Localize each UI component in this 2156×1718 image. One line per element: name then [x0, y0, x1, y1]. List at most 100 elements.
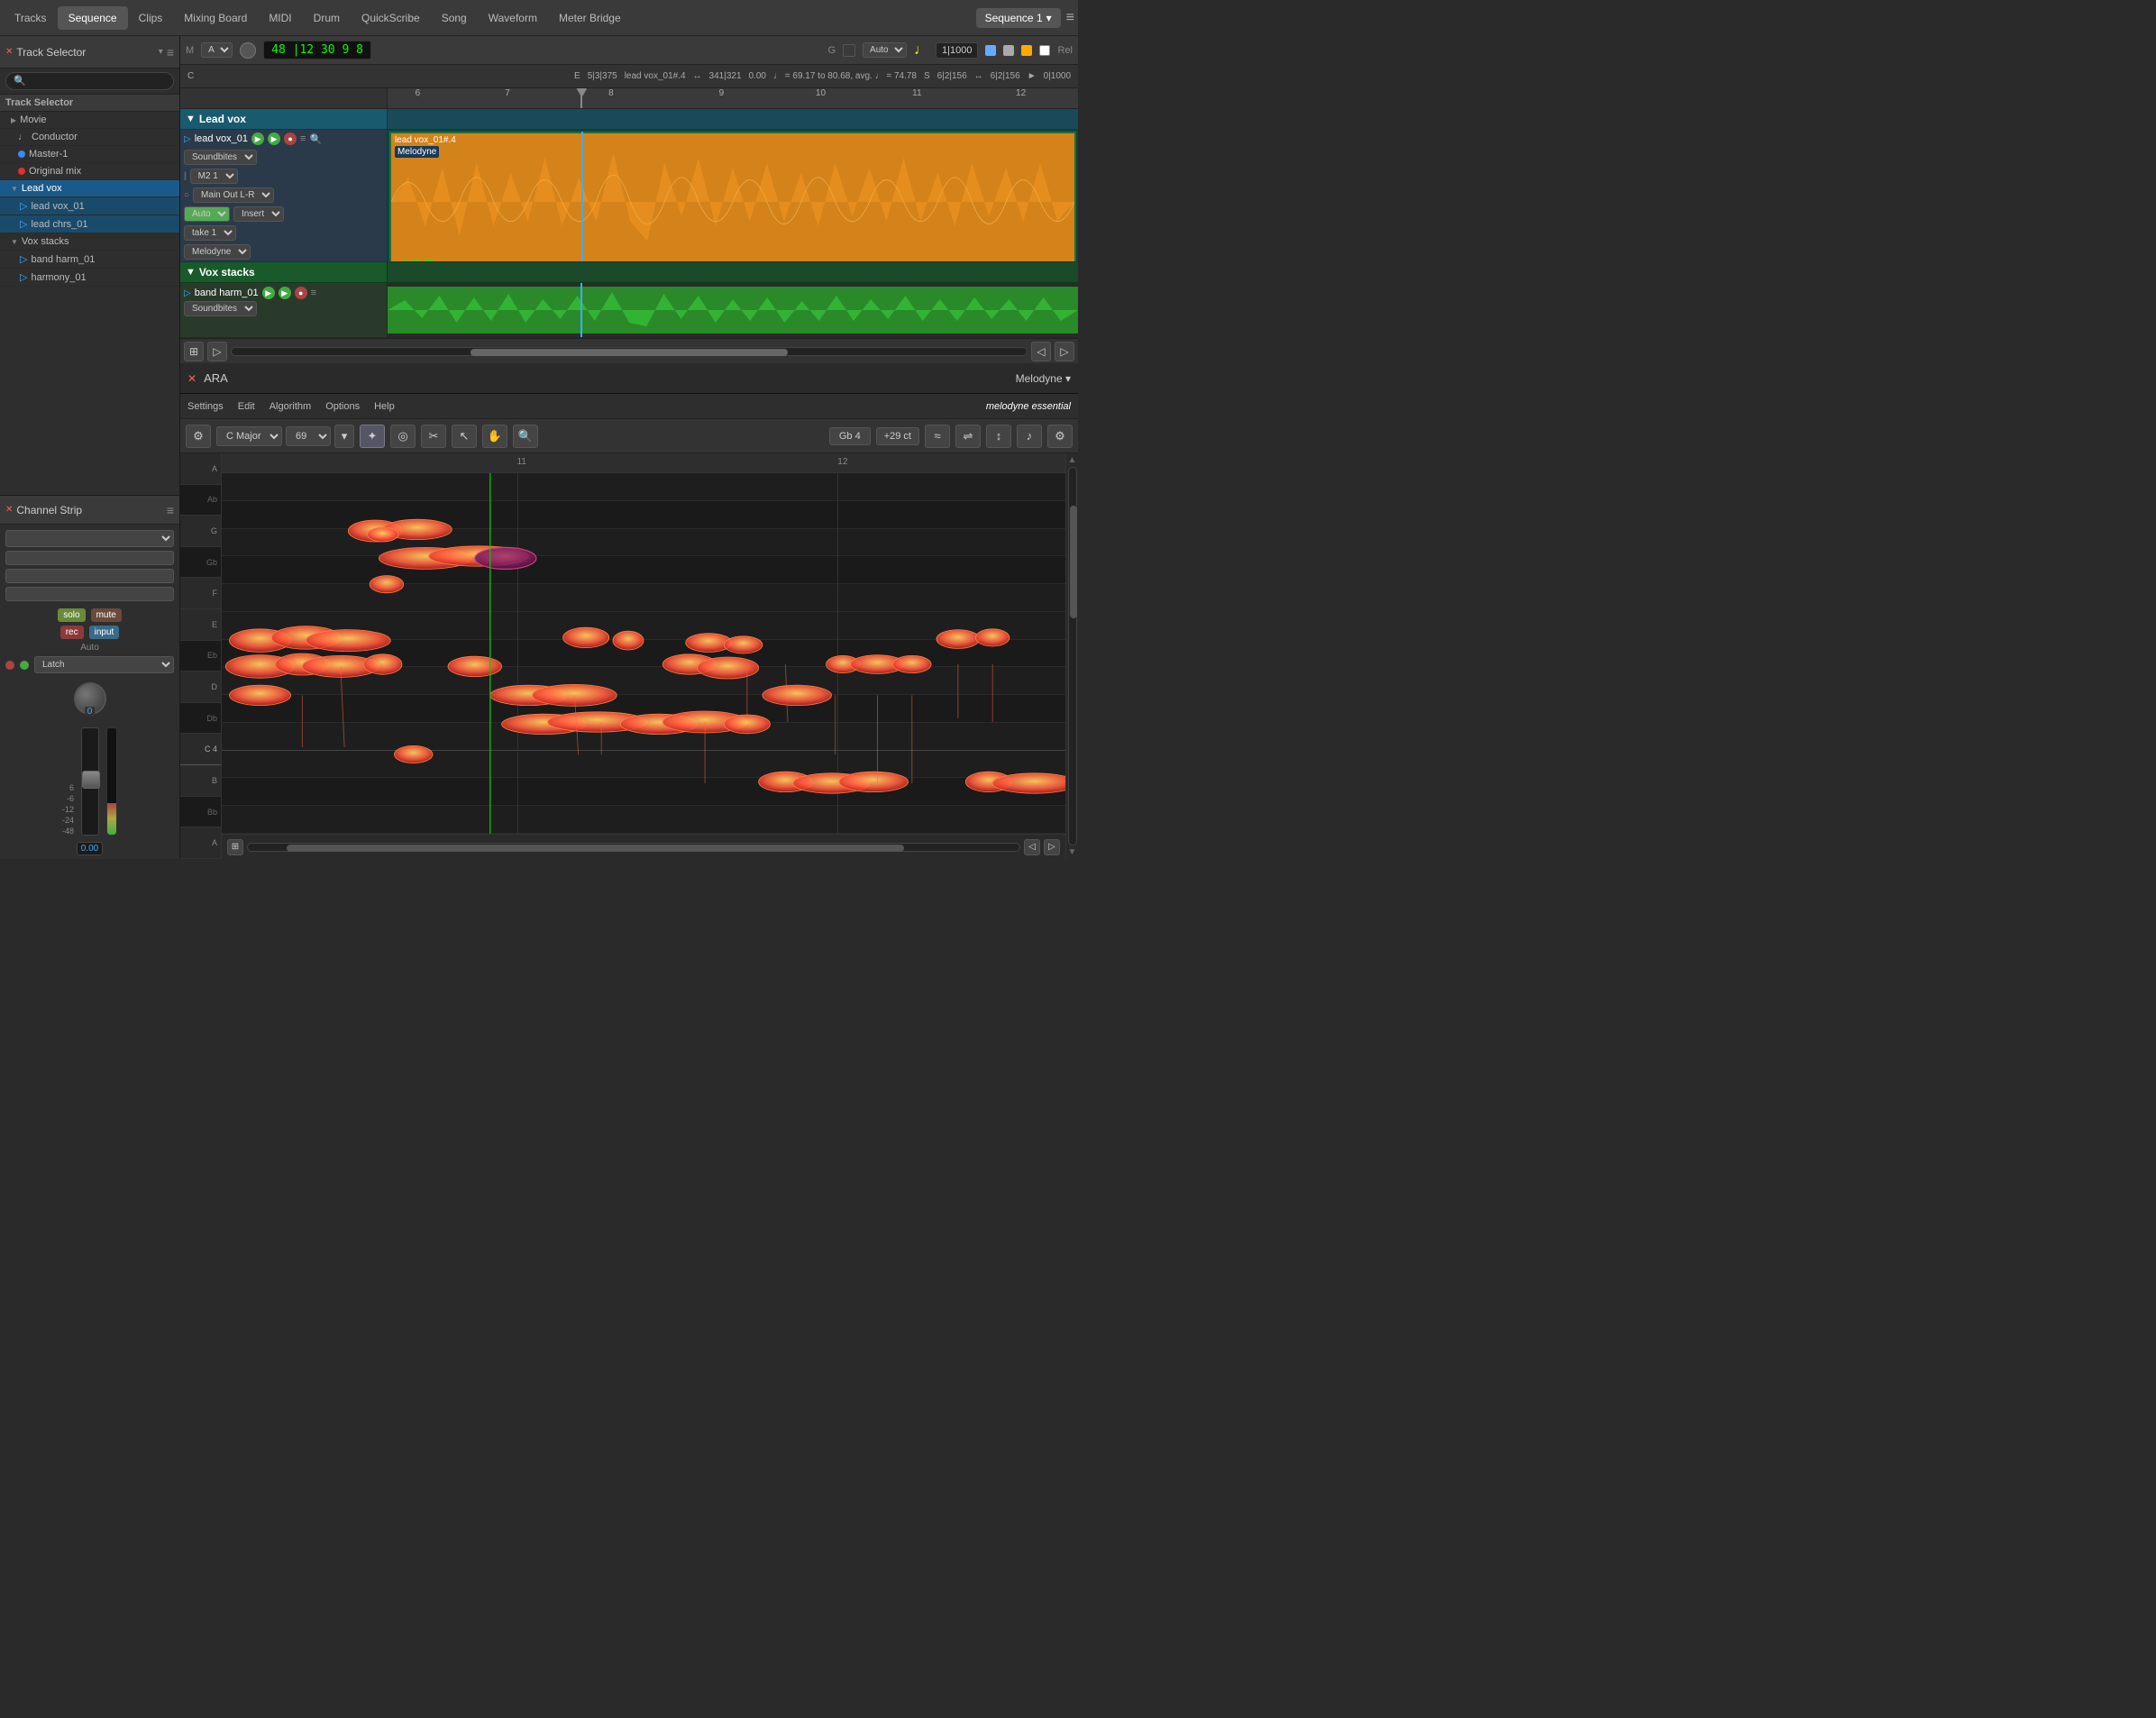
tree-item-original-mix[interactable]: Original mix: [0, 163, 179, 180]
tab-quickscribe[interactable]: QuickScribe: [351, 6, 431, 30]
piano-key-F[interactable]: F: [180, 578, 221, 609]
channel-strip-close-icon[interactable]: ✕: [5, 505, 13, 515]
take-select[interactable]: take 1: [184, 225, 236, 241]
num-dec-btn[interactable]: ▾: [334, 425, 354, 448]
melodyne-canvas[interactable]: [222, 473, 1065, 834]
melodyne-scrollbar[interactable]: [247, 843, 1020, 852]
melodyne-options-menu[interactable]: Options: [325, 401, 360, 412]
band-harm-soundbites-select[interactable]: Soundbites: [184, 301, 257, 316]
tracks-bottom-left-btn[interactable]: ⊞: [184, 342, 204, 361]
melodyne-pitch-tool[interactable]: ◎: [390, 425, 416, 448]
mute-button[interactable]: mute: [91, 608, 122, 622]
search-input[interactable]: [5, 72, 174, 90]
tree-item-movie[interactable]: ▶ Movie: [0, 112, 179, 129]
fader-thumb[interactable]: [82, 771, 100, 789]
piano-key-Db[interactable]: Db: [180, 703, 221, 735]
lead-vox-01-play-btn[interactable]: ▶: [251, 133, 264, 145]
vox-stacks-expand-icon[interactable]: ▼: [186, 267, 196, 278]
tab-waveform[interactable]: Waveform: [478, 6, 548, 30]
piano-key-Gb[interactable]: Gb: [180, 547, 221, 579]
track-selector-menu-icon[interactable]: ≡: [167, 45, 174, 59]
tab-clips[interactable]: Clips: [128, 6, 174, 30]
piano-key-A-bottom[interactable]: A: [180, 827, 221, 859]
fader-track[interactable]: [81, 727, 99, 836]
tree-item-band-harm[interactable]: ▷ band harm_01: [0, 251, 179, 269]
melodyne-zoom-tool[interactable]: 🔍: [513, 425, 538, 448]
piano-key-B[interactable]: B: [180, 765, 221, 797]
melodyne-help-menu[interactable]: Help: [374, 401, 395, 412]
tracks-bottom-right-btn[interactable]: ◁: [1031, 342, 1051, 361]
piano-key-G[interactable]: G: [180, 516, 221, 547]
band-harm-play-btn[interactable]: ▶: [262, 287, 275, 299]
melodyne-select[interactable]: Melodyne: [184, 244, 251, 260]
tree-item-lead-chrs-01[interactable]: ▷ lead chrs_01: [0, 215, 179, 233]
tree-item-vox-stacks[interactable]: ▼ Vox stacks: [0, 233, 179, 251]
soundbites-select[interactable]: Soundbites: [184, 150, 257, 165]
melodyne-speaker-btn[interactable]: ♪: [1017, 425, 1042, 448]
transport-loop-button[interactable]: [240, 42, 256, 59]
tab-song[interactable]: Song: [431, 6, 478, 30]
piano-key-D[interactable]: D: [180, 672, 221, 703]
melodyne-arrow-tool[interactable]: ↖: [452, 425, 477, 448]
melodyne-hand-tool[interactable]: ✋: [482, 425, 507, 448]
lead-vox-01-rec-btn[interactable]: ●: [284, 133, 297, 145]
melodyne-settings-btn[interactable]: ⚙: [186, 425, 211, 448]
tab-drum[interactable]: Drum: [303, 6, 351, 30]
tab-sequence[interactable]: Sequence: [58, 6, 128, 30]
band-harm-green-btn[interactable]: ▶: [279, 287, 291, 299]
band-harm-menu-icon[interactable]: ≡: [311, 288, 316, 298]
melodyne-algorithm-menu[interactable]: Algorithm: [270, 401, 311, 412]
melodyne-scroll-left-btn[interactable]: ⊞: [227, 839, 243, 855]
nav-menu-icon[interactable]: ≡: [1066, 10, 1074, 26]
tree-item-lead-vox-01[interactable]: ▷ lead vox_01: [0, 197, 179, 215]
tree-item-conductor[interactable]: ♩ Conductor: [0, 129, 179, 146]
melodyne-scissors-tool[interactable]: ✂: [421, 425, 446, 448]
band-harm-rec-btn[interactable]: ●: [295, 287, 307, 299]
auto-select[interactable]: Auto: [184, 206, 230, 222]
transport-key-select[interactable]: A: [201, 42, 233, 58]
piano-key-Bb[interactable]: Bb: [180, 797, 221, 828]
transport-auto-select[interactable]: Auto: [863, 42, 907, 58]
transport-g-box[interactable]: [843, 44, 855, 57]
tracks-horizontal-scrollbar[interactable]: [231, 347, 1028, 356]
melodyne-gear-btn[interactable]: ⚙: [1047, 425, 1073, 448]
melodyne-scroll-right-btn[interactable]: ◁: [1024, 839, 1040, 855]
tree-item-master[interactable]: Master-1: [0, 146, 179, 163]
key-select[interactable]: C Major: [216, 426, 282, 446]
scroll-up-icon[interactable]: ▲: [1068, 455, 1077, 465]
num-select[interactable]: 69: [286, 426, 331, 446]
m2-select[interactable]: M2 1: [190, 169, 238, 184]
melodyne-level-btn[interactable]: ↕: [986, 425, 1011, 448]
tab-meter-bridge[interactable]: Meter Bridge: [548, 6, 632, 30]
melodyne-scroll-right2-btn[interactable]: ▷: [1044, 839, 1060, 855]
melodyne-quantize-btn[interactable]: ≈: [925, 425, 950, 448]
main-out-select[interactable]: Main Out L-R: [193, 187, 274, 203]
lead-vox-clip-container[interactable]: lead vox_01#.4 Melodyne + 0.00 dB: [388, 130, 1078, 261]
melodyne-right-scrollbar[interactable]: ▲ ▼: [1065, 453, 1078, 859]
melodyne-vscrollbar[interactable]: [1068, 467, 1077, 845]
lead-vox-01-green-btn[interactable]: ▶: [268, 133, 280, 145]
piano-key-E[interactable]: E: [180, 609, 221, 641]
rec-button[interactable]: rec: [60, 626, 84, 639]
tracks-bottom-play-btn[interactable]: ▷: [207, 342, 227, 361]
ara-close-icon[interactable]: ✕: [187, 372, 196, 385]
lead-vox-expand-icon[interactable]: ▼: [186, 114, 196, 124]
insert-select[interactable]: Insert: [233, 206, 284, 222]
latch-select[interactable]: Latch: [34, 656, 174, 673]
ara-plugin-label[interactable]: Melodyne ▾: [1016, 372, 1071, 385]
plugin-slot-1[interactable]: [5, 551, 174, 565]
track-selector-arrow-icon[interactable]: ▾: [159, 47, 163, 57]
melodyne-edit-menu[interactable]: Edit: [238, 401, 255, 412]
plugin-slot-3[interactable]: [5, 587, 174, 601]
piano-key-Ab[interactable]: Ab: [180, 485, 221, 516]
tree-item-lead-vox[interactable]: ▼ Lead vox: [0, 180, 179, 197]
tab-midi[interactable]: MIDI: [258, 6, 302, 30]
solo-button[interactable]: solo: [58, 608, 85, 622]
plugin-slot-2[interactable]: [5, 569, 174, 583]
tab-tracks[interactable]: Tracks: [4, 6, 58, 30]
tracks-bottom-right2-btn[interactable]: ▷: [1055, 342, 1074, 361]
lead-vox-01-search-icon[interactable]: 🔍: [309, 133, 322, 145]
melodyne-settings-menu[interactable]: Settings: [187, 401, 224, 412]
piano-key-C4[interactable]: C 4: [180, 734, 221, 765]
scroll-down-icon[interactable]: ▼: [1068, 847, 1077, 857]
